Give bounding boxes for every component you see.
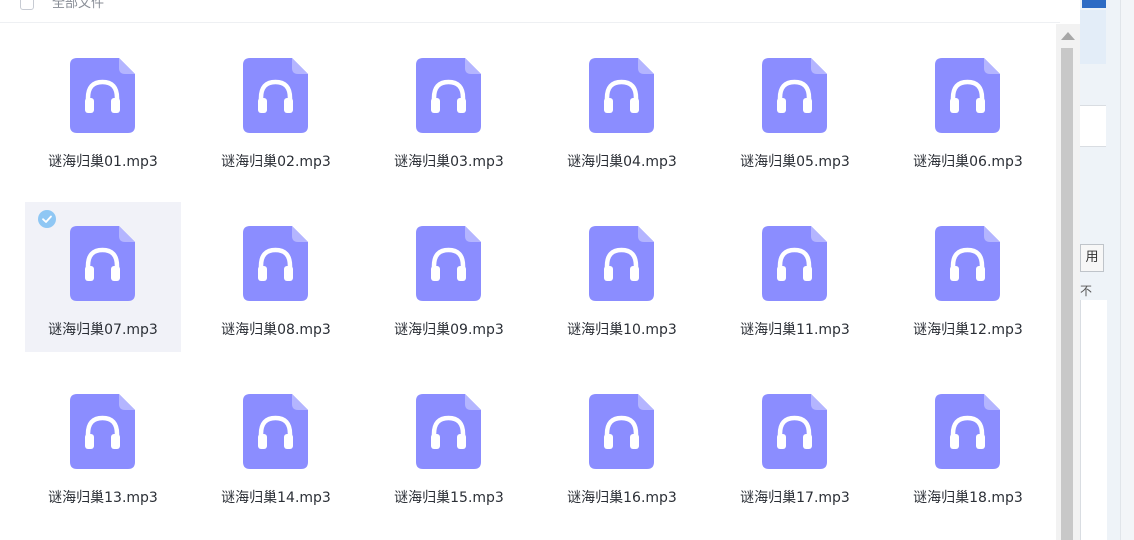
audio-file-icon — [243, 226, 308, 301]
audio-file-icon — [935, 394, 1000, 469]
background-panel — [1080, 10, 1106, 64]
file-item[interactable]: 谜海归巢05.mp3 — [717, 34, 873, 184]
file-name[interactable]: 谜海归巢01.mp3 — [25, 153, 181, 171]
file-name[interactable]: 谜海归巢17.mp3 — [717, 489, 873, 507]
background-small-text: 不 — [1080, 284, 1093, 298]
audio-file-icon — [416, 226, 481, 301]
background-window-border — [1120, 0, 1134, 540]
file-item[interactable]: 谜海归巢12.mp3 — [890, 202, 1046, 352]
select-all-checkbox[interactable] — [20, 0, 34, 10]
audio-file-icon — [589, 58, 654, 133]
file-item[interactable]: 谜海归巢14.mp3 — [198, 370, 354, 520]
audio-file-icon — [935, 58, 1000, 133]
file-name[interactable]: 谜海归巢16.mp3 — [544, 489, 700, 507]
vertical-scrollbar[interactable] — [1056, 24, 1080, 540]
background-content-area — [1080, 300, 1107, 540]
file-name[interactable]: 谜海归巢06.mp3 — [890, 153, 1046, 171]
audio-file-icon — [762, 58, 827, 133]
background-blue-bar — [1082, 0, 1106, 8]
file-name[interactable]: 谜海归巢08.mp3 — [198, 321, 354, 339]
file-item[interactable]: 谜海归巢13.mp3 — [25, 370, 181, 520]
file-name[interactable]: 谜海归巢02.mp3 — [198, 153, 354, 171]
audio-file-icon — [935, 226, 1000, 301]
file-name[interactable]: 谜海归巢13.mp3 — [25, 489, 181, 507]
audio-file-icon — [70, 58, 135, 133]
file-name[interactable]: 谜海归巢05.mp3 — [717, 153, 873, 171]
background-apply-button[interactable]: 用 — [1080, 244, 1104, 272]
file-item[interactable]: 谜海归巢04.mp3 — [544, 34, 700, 184]
file-name[interactable]: 谜海归巢10.mp3 — [544, 321, 700, 339]
file-item[interactable]: 谜海归巢11.mp3 — [717, 202, 873, 352]
selected-check-icon[interactable] — [38, 210, 56, 228]
audio-file-icon — [762, 394, 827, 469]
file-name[interactable]: 谜海归巢15.mp3 — [371, 489, 527, 507]
audio-file-icon — [589, 226, 654, 301]
file-name[interactable]: 谜海归巢12.mp3 — [890, 321, 1046, 339]
file-item[interactable]: 谜海归巢10.mp3 — [544, 202, 700, 352]
file-item[interactable]: 谜海归巢08.mp3 — [198, 202, 354, 352]
audio-file-icon — [70, 394, 135, 469]
audio-file-icon — [589, 394, 654, 469]
file-name[interactable]: 谜海归巢07.mp3 — [25, 321, 181, 339]
file-item[interactable]: 谜海归巢15.mp3 — [371, 370, 527, 520]
file-browser-panel: 全部文件 谜海归巢01.mp3 谜海归巢02.mp3 谜海归巢03.mp3 谜海归巢0… — [0, 0, 1080, 540]
file-item[interactable]: 谜海归巢03.mp3 — [371, 34, 527, 184]
background-window-edge: 用 不 — [1080, 0, 1134, 540]
file-item[interactable]: 谜海归巢16.mp3 — [544, 370, 700, 520]
file-name[interactable]: 谜海归巢04.mp3 — [544, 153, 700, 171]
file-name[interactable]: 谜海归巢14.mp3 — [198, 489, 354, 507]
file-item[interactable]: 谜海归巢17.mp3 — [717, 370, 873, 520]
audio-file-icon — [243, 58, 308, 133]
file-item[interactable]: 谜海归巢18.mp3 — [890, 370, 1046, 520]
all-files-label: 全部文件 — [52, 0, 105, 11]
file-item[interactable]: 谜海归巢06.mp3 — [890, 34, 1046, 184]
file-item[interactable]: 谜海归巢07.mp3 — [25, 202, 181, 352]
audio-file-icon — [416, 394, 481, 469]
file-name[interactable]: 谜海归巢11.mp3 — [717, 321, 873, 339]
file-name[interactable]: 谜海归巢18.mp3 — [890, 489, 1046, 507]
file-name[interactable]: 谜海归巢03.mp3 — [371, 153, 527, 171]
file-item[interactable]: 谜海归巢01.mp3 — [25, 34, 181, 184]
scroll-thumb[interactable] — [1061, 48, 1073, 540]
scroll-up-arrow-icon[interactable] — [1061, 32, 1075, 40]
audio-file-icon — [762, 226, 827, 301]
file-item[interactable]: 谜海归巢09.mp3 — [371, 202, 527, 352]
file-name[interactable]: 谜海归巢09.mp3 — [371, 321, 527, 339]
audio-file-icon — [70, 226, 135, 301]
audio-file-icon — [416, 58, 481, 133]
file-list-header: 全部文件 — [0, 0, 1060, 23]
audio-file-icon — [243, 394, 308, 469]
file-item[interactable]: 谜海归巢02.mp3 — [198, 34, 354, 184]
background-input — [1080, 105, 1106, 147]
